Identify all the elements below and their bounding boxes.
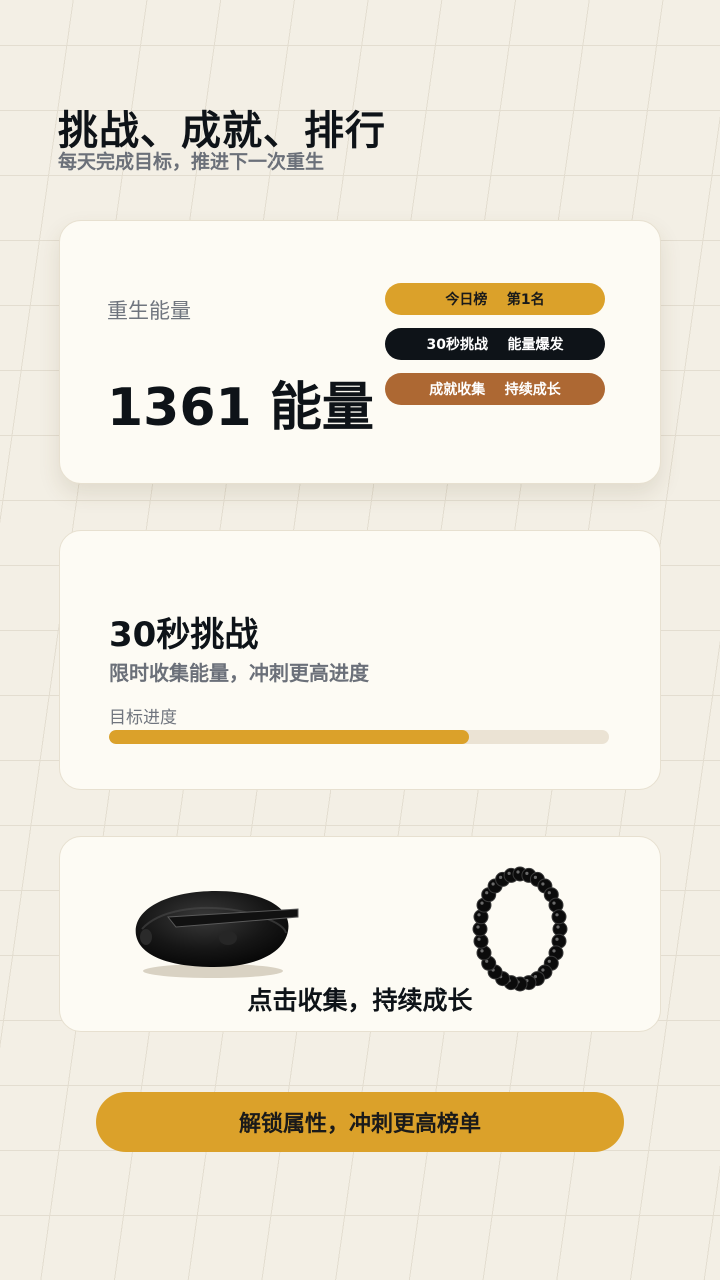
bead bbox=[551, 909, 567, 925]
bead-highlight bbox=[507, 871, 511, 875]
page-header: 挑战、成就、排行 每天完成目标，推进下一次重生 bbox=[58, 106, 386, 174]
energy-label: 重生能量 bbox=[107, 299, 191, 323]
bead-highlight bbox=[525, 871, 529, 875]
bead-highlight bbox=[555, 937, 559, 941]
unlock-attributes-button[interactable]: 解锁属性，冲刺更高榜单 bbox=[96, 1092, 624, 1152]
bead-highlight bbox=[485, 891, 489, 895]
progress-label: 目标进度 bbox=[109, 708, 177, 728]
bead-highlight bbox=[541, 882, 545, 886]
bead-bracelet-icon[interactable] bbox=[465, 863, 575, 999]
challenge-title: 30秒挑战 bbox=[109, 615, 259, 655]
bead-highlight bbox=[491, 882, 495, 886]
bead-highlight bbox=[480, 949, 484, 953]
bead-highlight bbox=[552, 901, 556, 905]
bead-highlight bbox=[476, 925, 480, 929]
bead-highlight bbox=[516, 870, 520, 874]
bead-highlight bbox=[547, 959, 551, 963]
challenge-badge: 30秒挑战 能量爆发 bbox=[385, 328, 605, 360]
challenge-description: 限时收集能量，冲刺更高进度 bbox=[109, 661, 369, 685]
energy-badges: 今日榜 第1名 30秒挑战 能量爆发 成就收集 持续成长 bbox=[385, 283, 605, 418]
bead-highlight bbox=[556, 925, 560, 929]
collect-card[interactable]: 点击收集，持续成长 bbox=[59, 836, 661, 1032]
progress-fill bbox=[109, 730, 469, 744]
bead-highlight bbox=[555, 913, 559, 917]
bead-highlight bbox=[541, 968, 545, 972]
bead-highlight bbox=[552, 949, 556, 953]
page-title: 挑战、成就、排行 bbox=[58, 108, 386, 154]
challenge-card[interactable]: 30秒挑战 限时收集能量，冲刺更高进度 目标进度 bbox=[59, 530, 661, 790]
stone-icon[interactable] bbox=[128, 883, 303, 983]
energy-card: 重生能量 1361 能量 今日榜 第1名 30秒挑战 能量爆发 成就收集 持续成… bbox=[59, 220, 661, 484]
achievement-badge: 成就收集 持续成长 bbox=[385, 373, 605, 405]
bead-highlight bbox=[480, 901, 484, 905]
collect-caption: 点击收集，持续成长 bbox=[247, 986, 473, 1015]
bead-highlight bbox=[477, 937, 481, 941]
bead-highlight bbox=[477, 913, 481, 917]
bead-highlight bbox=[533, 875, 537, 879]
bead-highlight bbox=[547, 891, 551, 895]
bead-highlight bbox=[499, 875, 503, 879]
rank-badge: 今日榜 第1名 bbox=[385, 283, 605, 315]
progress-track bbox=[109, 730, 609, 744]
energy-value: 1361 能量 bbox=[107, 378, 374, 438]
